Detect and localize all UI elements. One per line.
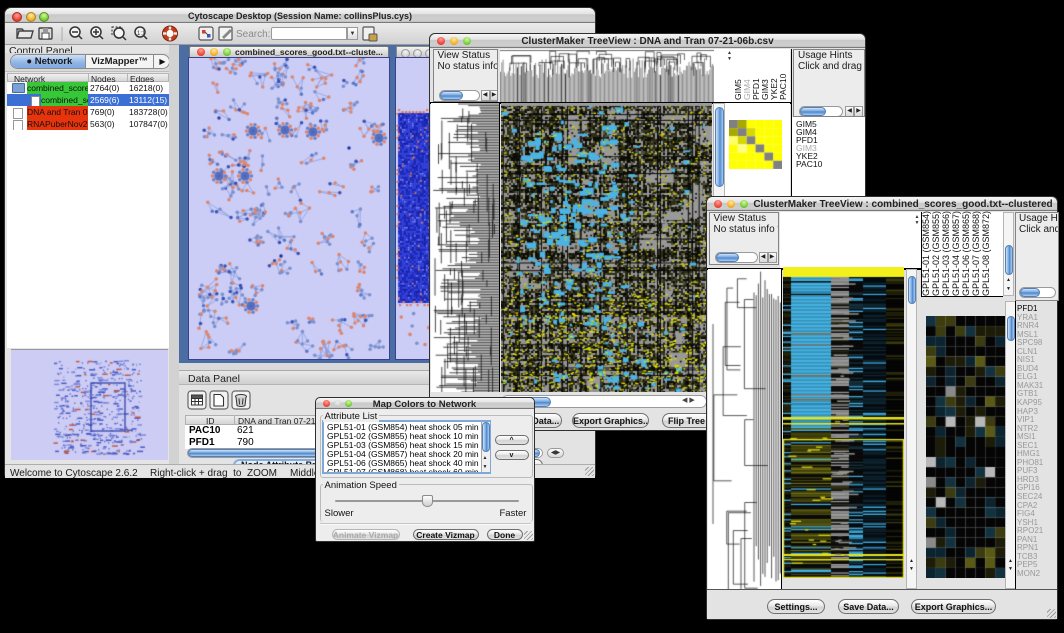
- svg-text:1:1: 1:1: [137, 31, 146, 37]
- svg-text:Search:: Search:: [236, 29, 270, 40]
